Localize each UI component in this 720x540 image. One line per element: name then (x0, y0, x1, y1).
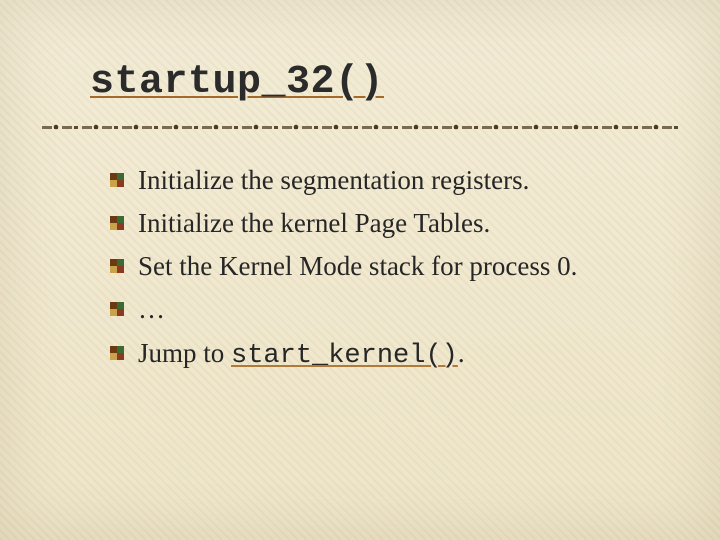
list-item: Jump to start_kernel(). (110, 334, 720, 376)
title-divider (40, 123, 680, 131)
bullet-text: Set the Kernel Mode stack for process 0. (138, 247, 577, 286)
bullet-icon (110, 346, 124, 360)
bullet-icon (110, 259, 124, 273)
list-item: … (110, 290, 720, 329)
bullet-icon (110, 173, 124, 187)
bullet-icon (110, 216, 124, 230)
list-item: Initialize the segmentation registers. (110, 161, 720, 200)
slide: startup_32() Initialize the segmentation… (0, 0, 720, 540)
list-item: Set the Kernel Mode stack for process 0. (110, 247, 720, 286)
bullet-list: Initialize the segmentation registers. I… (110, 161, 720, 376)
inline-code: start_kernel() (231, 341, 458, 371)
bullet-text-suffix: . (458, 338, 465, 368)
bullet-text: Initialize the segmentation registers. (138, 161, 529, 200)
bullet-text: … (138, 290, 165, 329)
bullet-text-prefix: Jump to (138, 338, 231, 368)
slide-title: startup_32() (90, 60, 720, 105)
bullet-text-composite: Jump to start_kernel(). (138, 334, 465, 376)
list-item: Initialize the kernel Page Tables. (110, 204, 720, 243)
bullet-icon (110, 302, 124, 316)
bullet-text: Initialize the kernel Page Tables. (138, 204, 490, 243)
